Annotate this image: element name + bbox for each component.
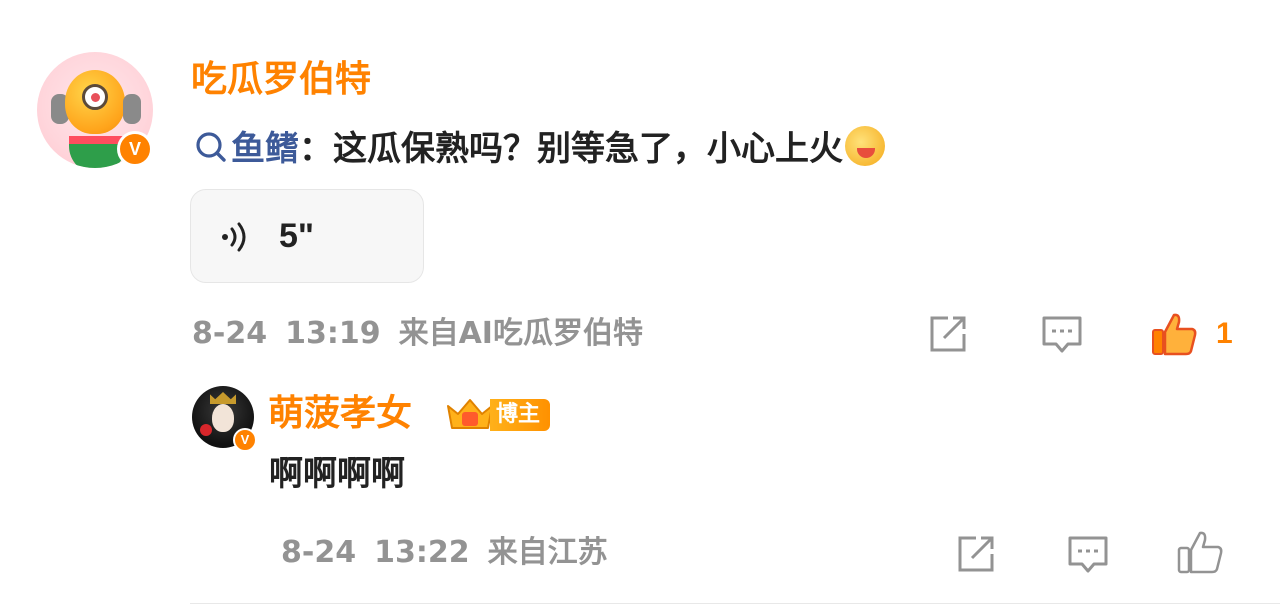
crown-icon	[447, 399, 493, 429]
post-date: 8-24	[192, 316, 268, 351]
melon-eating-emoji-icon	[845, 126, 885, 166]
share-icon[interactable]	[926, 312, 970, 356]
reply-meta: 8-24 13:22 来自江苏	[281, 532, 608, 574]
reply-like-icon[interactable]	[1176, 528, 1224, 576]
reply-date: 8-24	[281, 535, 357, 570]
post-content: 鱼鳍：这瓜保熟吗？别等急了，小心上火	[193, 125, 885, 173]
reply-verified-badge-icon: V	[233, 428, 257, 452]
verified-badge-icon: V	[117, 131, 153, 167]
post-meta: 8-24 13:19 来自AI吃瓜罗伯特	[192, 313, 643, 355]
reply-source: 来自江苏	[487, 535, 608, 570]
like-count: 1	[1216, 317, 1233, 350]
author-name[interactable]: 吃瓜罗伯特	[191, 58, 371, 102]
search-icon	[196, 132, 226, 162]
reply-time: 13:22	[374, 535, 470, 570]
divider	[190, 603, 1280, 604]
post-source: 来自AI吃瓜罗伯特	[398, 316, 643, 351]
role-badge: 博主	[490, 399, 551, 431]
reply-author-name[interactable]: 萌菠孝女	[268, 392, 412, 436]
post-text: ：这瓜保熟吗？别等急了，小心上火	[299, 129, 843, 169]
reply-comment-icon[interactable]	[1066, 532, 1110, 576]
reply-share-icon[interactable]	[954, 532, 998, 576]
topic-mention-link[interactable]: 鱼鳍	[231, 129, 299, 169]
like-icon[interactable]	[1150, 310, 1198, 358]
voice-duration: 5"	[279, 217, 315, 255]
post-time: 13:19	[285, 316, 381, 351]
comment-icon[interactable]	[1040, 312, 1084, 356]
reply-text: 啊啊啊啊	[269, 454, 405, 494]
voice-wave-icon	[222, 222, 246, 252]
voice-message[interactable]: 5"	[190, 189, 424, 283]
